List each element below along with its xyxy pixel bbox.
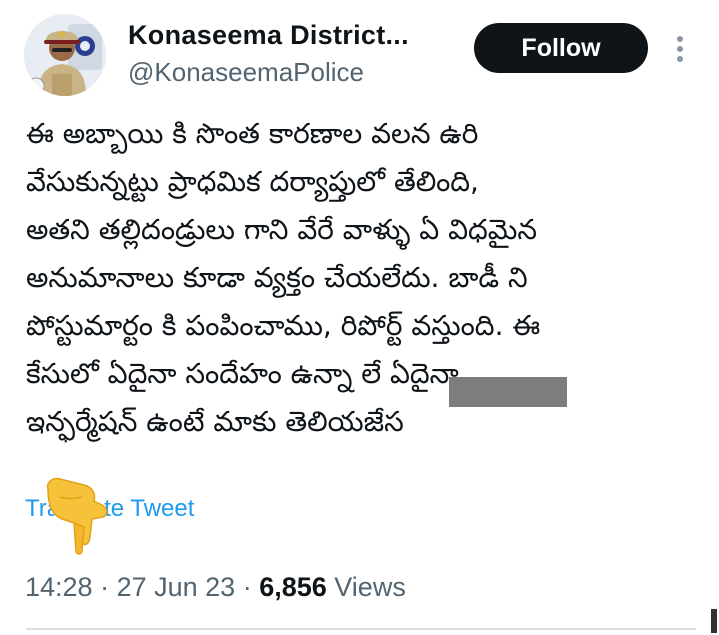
tweet-line: ఇన్ఫర్మేషన్ ఉంటే మాకు తెలియజేస <box>26 405 404 438</box>
tweet-line: పోస్టుమార్టం కి పంపించాము, రిపోర్ట్ వస్త… <box>26 309 541 342</box>
redaction-block <box>449 377 567 407</box>
follow-button[interactable]: Follow <box>474 23 648 73</box>
tweet-line: అతని తల్లిదండ్రులు గాని వేరే వాళ్ళు ఏ వి… <box>26 213 538 246</box>
tweet-time[interactable]: 14:28 <box>25 572 93 602</box>
tweet-line: వేసుకున్నట్టు ప్రాధమిక దర్యాప్తులో తేలిం… <box>26 165 479 198</box>
scrollbar[interactable] <box>711 609 717 633</box>
tweet-line: ఈ అబ్బాయి కి సొంత కారణాల వలన ఉరి <box>26 117 479 150</box>
display-name[interactable]: Konaseema District... <box>128 20 409 51</box>
pointing-hand-emoji <box>40 475 112 557</box>
tweet-line: అనుమానాలు కూడా వ్యక్తం చేయలేదు. బాడీ ని <box>26 261 528 294</box>
tweet-line: కేసులో ఏదైనా సందేహం ఉన్నా లే ఏదైనా <box>26 357 459 390</box>
avatar[interactable] <box>24 14 106 96</box>
user-handle[interactable]: @KonaseemaPolice <box>128 57 364 88</box>
profile-photo <box>24 14 106 96</box>
views-label: Views <box>334 572 406 602</box>
meta-separator: · <box>235 572 260 602</box>
meta-separator: · <box>92 572 117 602</box>
tweet-metadata: 14:28 · 27 Jun 23 · 6,856 Views <box>25 572 406 603</box>
tweet-text: ఈ అబ్బాయి కి సొంత కారణాల వలన ఉరి వేసుకున… <box>26 110 696 446</box>
tweet-date[interactable]: 27 Jun 23 <box>117 572 236 602</box>
more-vertical-icon[interactable] <box>670 34 690 64</box>
views-count: 6,856 <box>259 572 327 602</box>
divider <box>26 628 696 630</box>
